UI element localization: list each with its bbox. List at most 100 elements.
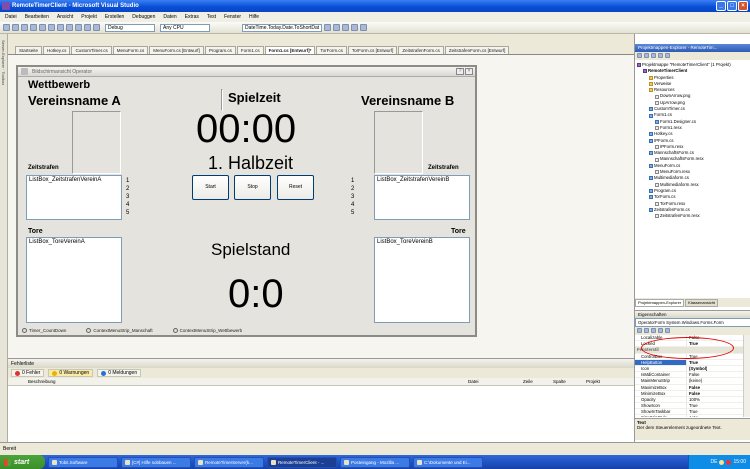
logo-team-a: [72, 111, 121, 174]
tray-icon[interactable]: [719, 459, 725, 465]
doc-tab[interactable]: ZeitstrafenForm.cs: [398, 46, 444, 54]
save-icon[interactable]: [30, 24, 37, 31]
listbox-tore-b[interactable]: ListBox_ToreVereinB: [374, 237, 470, 323]
menu-projekt[interactable]: Projekt: [81, 14, 97, 22]
messages-tab[interactable]: 0 Meldungen: [97, 369, 142, 377]
doc-tab[interactable]: Form1.cs: [236, 46, 264, 54]
col-datei[interactable]: Datei: [468, 379, 479, 384]
tray-context-mannschaft[interactable]: ContextMenuStrip_Manschaft: [86, 327, 153, 333]
toolbox-icon[interactable]: [351, 24, 358, 31]
alphabetical-icon[interactable]: [644, 328, 649, 333]
show-all-files-icon[interactable]: [644, 53, 649, 58]
undo-icon[interactable]: [75, 24, 82, 31]
object-browser-icon[interactable]: [360, 24, 367, 31]
view-designer-icon[interactable]: [665, 53, 670, 58]
find-input[interactable]: DateTime.Today.Date.ToShortDat: [242, 23, 322, 32]
tab-solution-explorer[interactable]: Projektmappen-Explorer: [635, 299, 685, 307]
properties-view-icon[interactable]: [651, 328, 656, 333]
find-icon[interactable]: [324, 24, 331, 31]
doc-tab[interactable]: TorForm.cs: [316, 46, 347, 54]
doc-tab[interactable]: MenuForm.cs: [112, 46, 149, 54]
warnings-tab[interactable]: 0 Warnungen: [48, 369, 94, 377]
menu-erstellen[interactable]: Erstellen: [105, 14, 124, 22]
properties-icon[interactable]: [637, 53, 642, 58]
properties-icon[interactable]: [342, 24, 349, 31]
minimize-button[interactable]: _: [716, 1, 726, 11]
errors-tab[interactable]: 0 Fehler: [11, 369, 45, 377]
add-item-icon[interactable]: [12, 24, 19, 31]
doc-tab[interactable]: TorForm.cs [Entwurf]: [347, 46, 398, 54]
doc-tab[interactable]: MenuForm.cs [Entwurf]: [149, 46, 204, 54]
open-file-icon[interactable]: [21, 24, 28, 31]
redo-icon[interactable]: [84, 24, 91, 31]
menu-ansicht[interactable]: Ansicht: [57, 14, 73, 22]
view-code-icon[interactable]: [658, 53, 663, 58]
col-spalte[interactable]: Spalte: [553, 379, 566, 384]
form-help-button[interactable]: ?: [456, 68, 464, 75]
menu-extras[interactable]: Extras: [185, 14, 199, 22]
taskbar-item[interactable]: C:\Dokumente und Ei...: [413, 456, 483, 468]
copy-icon[interactable]: [57, 24, 64, 31]
tray-icon[interactable]: [726, 459, 732, 465]
save-all-icon[interactable]: [39, 24, 46, 31]
menu-hilfe[interactable]: Hilfe: [249, 14, 259, 22]
categorized-icon[interactable]: [637, 328, 642, 333]
doc-tab[interactable]: Startseite: [15, 46, 43, 54]
col-zeile[interactable]: Zeile: [523, 379, 533, 384]
solution-explorer-icon[interactable]: [333, 24, 340, 31]
folder-icon: [649, 82, 653, 87]
reset-button[interactable]: Reset: [277, 175, 314, 200]
taskbar-item[interactable]: RemoteTimerClient - ...: [267, 456, 337, 468]
refresh-icon[interactable]: [651, 53, 656, 58]
doc-tab[interactable]: CustomTimer.cs: [71, 46, 112, 54]
paste-icon[interactable]: [66, 24, 73, 31]
doc-tab[interactable]: ZeitstrafenForm.cs [Entwurf]: [444, 46, 510, 54]
cut-icon[interactable]: [48, 24, 55, 31]
properties-object-select[interactable]: OperatorForm System.Windows.Forms.Form: [635, 318, 750, 327]
platform-select[interactable]: Any CPU: [160, 23, 210, 32]
close-button[interactable]: ×: [738, 1, 748, 11]
col-beschreibung[interactable]: Beschreibung: [28, 379, 56, 384]
operator-form[interactable]: Bildschirmansicht Operator ? × Wettbewer…: [16, 65, 477, 337]
property-row[interactable]: SizeGripStyleAuto: [635, 415, 743, 417]
stop-button[interactable]: Stop: [234, 175, 271, 200]
taskbar-item[interactable]: RemoteTimerServer(k...: [194, 456, 264, 468]
new-project-icon[interactable]: [3, 24, 10, 31]
menu-daten[interactable]: Daten: [163, 14, 176, 22]
menu-test[interactable]: Test: [207, 14, 216, 22]
form-close-button[interactable]: ×: [465, 68, 473, 75]
config-select[interactable]: Debug: [105, 23, 155, 32]
menu-debuggen[interactable]: Debuggen: [132, 14, 155, 22]
start-button[interactable]: Start: [192, 175, 229, 200]
label-spielzeit: Spielzeit: [228, 90, 281, 105]
doc-tab[interactable]: Form1.cs [Entwurf]*: [264, 46, 316, 54]
menu-bearbeiten[interactable]: Bearbeiten: [25, 14, 49, 22]
tray-timer[interactable]: Timer_CountDown: [22, 327, 66, 333]
start-button-os[interactable]: start: [0, 455, 45, 469]
col-projekt[interactable]: Projekt: [586, 379, 600, 384]
taskbar-item[interactable]: [C#] Hilfe sobbauen ...: [121, 456, 191, 468]
events-icon[interactable]: [658, 328, 663, 333]
maximize-button[interactable]: □: [727, 1, 737, 11]
property-pages-icon[interactable]: [665, 328, 670, 333]
main-toolbar: Debug Any CPU DateTime.Today.Date.ToShor…: [0, 22, 750, 34]
cs-file-icon: [649, 189, 653, 194]
menu-fenster[interactable]: Fenster: [224, 14, 241, 22]
menu-datei[interactable]: Datei: [5, 14, 17, 22]
start-debug-icon[interactable]: [93, 24, 100, 31]
property-grid-scrollbar[interactable]: [743, 335, 750, 417]
listbox-zeitstrafen-b[interactable]: ListBox_ZeitstrafenVereinB: [374, 175, 470, 220]
property-description-text: Der dem Steuerelement zugeordnete Text.: [637, 425, 722, 430]
listbox-tore-a[interactable]: ListBox_ToreVereinA: [26, 237, 122, 323]
listbox-zeitstrafen-a[interactable]: ListBox_ZeitstrafenVereinA: [26, 175, 122, 220]
taskbar-item[interactable]: Posteingang - Mozilla ...: [340, 456, 410, 468]
language-indicator[interactable]: DE: [711, 459, 718, 465]
tree-item[interactable]: ZeitstrafenForm.resx: [637, 213, 750, 219]
tray-context-wettbewerb[interactable]: ContextMenuStrip_Wettbewerb: [172, 327, 242, 333]
cs-file-icon: [649, 151, 653, 156]
taskbar-item[interactable]: Tobit.Software: [48, 456, 118, 468]
tab-class-view[interactable]: Klassenansicht: [685, 299, 719, 307]
doc-tab[interactable]: Program.cs: [204, 46, 236, 54]
toolbox-strip[interactable]: Server-Explorer · Toolbox: [0, 34, 8, 442]
doc-tab[interactable]: Hotkey.cs: [43, 46, 71, 54]
